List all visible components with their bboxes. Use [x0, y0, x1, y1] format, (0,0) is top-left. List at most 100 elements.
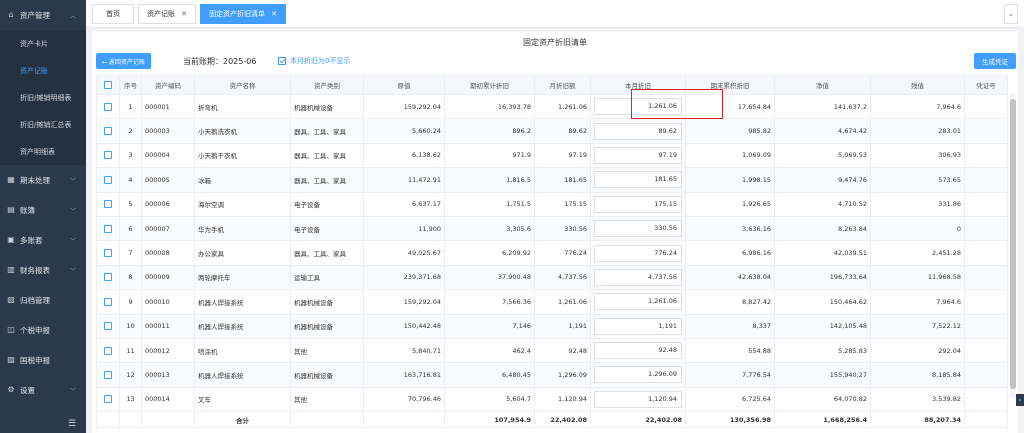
row-number: 5: [119, 191, 142, 217]
menu-collapse-icon[interactable]: ☰: [68, 419, 76, 429]
current-depreciation-input[interactable]: 776.24: [594, 244, 682, 262]
residual-value: 11,968.58: [870, 264, 965, 291]
column-header: 残值: [870, 75, 965, 95]
original-value: 11,472.91: [363, 167, 445, 193]
row-checkbox[interactable]: [104, 395, 112, 404]
current-depreciation-input[interactable]: 1,296.09: [594, 366, 682, 384]
asset-name: 冰箱: [194, 167, 291, 193]
voucher-number: [964, 93, 1008, 120]
row-checkbox[interactable]: [104, 224, 112, 233]
asset-name: 机器人焊接系统: [194, 313, 291, 339]
asset-code: 000006: [141, 191, 195, 217]
sidebar: ⌂ 资产管理 ︿ 资产卡片 资产记账 折旧/摊销明细表 折旧/摊销汇总表 资产明…: [0, 0, 86, 433]
sidebar-group-books[interactable]: ▤ 账簿 ﹀: [0, 195, 86, 225]
asset-category: 器具、工具、家具: [290, 142, 364, 169]
row-checkbox[interactable]: [104, 273, 112, 282]
closing-accumulated: 985.82: [685, 118, 775, 144]
sidebar-group-multi-account[interactable]: ▣ 多账套 ﹀: [0, 225, 86, 255]
current-depreciation-input[interactable]: 1,191: [594, 317, 682, 335]
current-depreciation-input[interactable]: 175.15: [594, 195, 682, 213]
opening-accumulated: 6,209.92: [444, 240, 535, 266]
voucher-number: [964, 362, 1008, 388]
row-checkbox[interactable]: [104, 102, 112, 111]
residual-value: 2,451.28: [870, 240, 965, 266]
tab-home[interactable]: 首页: [92, 4, 134, 24]
table-header-row: 序号 资产编码 资产名称 资产类别 原值 期初累计折旧 月折旧额 本月折旧 期末…: [96, 75, 1008, 95]
close-icon[interactable]: ✕: [271, 10, 277, 18]
row-checkbox[interactable]: [104, 200, 112, 209]
asset-code: 000012: [141, 337, 195, 364]
sidebar-group-asset[interactable]: ⌂ 资产管理 ︿: [0, 0, 86, 30]
closing-accumulated: 7,776.54: [685, 362, 775, 388]
generate-voucher-button[interactable]: 生成凭证: [974, 53, 1016, 69]
row-checkbox[interactable]: [104, 175, 112, 184]
asset-category: 其他: [290, 386, 364, 413]
net-value: 4,674.42: [774, 118, 871, 144]
asset-code: 000004: [141, 142, 195, 169]
sidebar-item-depreciation-detail[interactable]: 折旧/摊销明细表: [0, 84, 86, 111]
opening-accumulated: 971.9: [444, 142, 535, 169]
chevron-down-icon: ⌄: [1008, 10, 1014, 18]
closing-accumulated: 1,926.65: [685, 191, 775, 217]
voucher-number: [964, 337, 1008, 364]
current-depreciation-input[interactable]: 181.65: [594, 171, 682, 189]
current-depreciation-input[interactable]: 1,261.06: [594, 98, 682, 116]
select-all-cell[interactable]: [96, 75, 120, 95]
current-depreciation-input[interactable]: 1,261.06: [594, 293, 682, 311]
opening-accumulated: 1,751.5: [444, 191, 535, 217]
sidebar-group-personal-tax[interactable]: ◫ 个税申报: [0, 315, 86, 345]
opening-accumulated: 462.4: [444, 337, 535, 364]
row-checkbox[interactable]: [104, 249, 112, 258]
sidebar-group-label: 归档管理: [20, 295, 50, 305]
current-depreciation-input[interactable]: 330.56: [594, 220, 682, 238]
sidebar-item-asset-detail[interactable]: 资产明细表: [0, 138, 86, 165]
close-icon[interactable]: ✕: [181, 10, 187, 18]
sidebar-group-national-tax[interactable]: ▨ 国税申报: [0, 345, 86, 375]
voucher-number: [964, 191, 1008, 217]
residual-value: 331.86: [870, 191, 965, 217]
table-row: 3 000004 小天鹅干衣机 器具、工具、家具 6,138.62 971.9 97.19 9…: [96, 142, 1008, 169]
sidebar-item-depreciation-summary[interactable]: 折旧/摊销汇总表: [0, 111, 86, 138]
sidebar-group-archive[interactable]: ▧ 归档管理: [0, 285, 86, 315]
sidebar-group-period-end[interactable]: ▦ 期末处理 ﹀: [0, 165, 86, 195]
row-checkbox[interactable]: [104, 297, 112, 306]
row-checkbox[interactable]: [104, 322, 112, 331]
hide-zero-checkbox[interactable]: [278, 57, 286, 65]
closing-accumulated: 1,069.09: [685, 142, 775, 169]
opening-accumulated: 896.2: [444, 118, 535, 144]
declare-icon: ▨: [7, 355, 15, 364]
current-depreciation-input[interactable]: 89.62: [594, 122, 682, 140]
select-all-checkbox[interactable]: [104, 81, 112, 89]
row-checkbox[interactable]: [104, 370, 112, 379]
table-row: 12 000013 机器人焊接系统 机器机械设备 163,716.81 6,480.45 1…: [96, 362, 1008, 388]
tab-dropdown-button[interactable]: ⌄: [1004, 4, 1018, 24]
chevron-left-icon[interactable]: ‹: [1016, 394, 1024, 406]
table-row: 13 000014 叉车 其他 70,796.46 5,604.7 1,120.94 1,12…: [96, 386, 1008, 413]
sidebar-item-asset-booking[interactable]: 资产记账: [0, 57, 86, 84]
row-checkbox[interactable]: [104, 151, 112, 160]
closing-accumulated: 17,654.84: [685, 93, 775, 120]
table-row: 2 000003 小天鹅洗衣机 器具、工具、家具 5,660.24 896.2 89.62 8…: [96, 118, 1008, 144]
net-value: 5,069.53: [774, 142, 871, 169]
original-value: 6,138.62: [363, 142, 445, 169]
hide-zero-toggle[interactable]: 本月折旧为0不显示: [278, 56, 350, 66]
tab-asset-booking[interactable]: 资产记账 ✕: [138, 4, 196, 24]
current-depreciation-input[interactable]: 1,120.94: [594, 390, 682, 408]
closing-accumulated: 8,827.42: [685, 289, 775, 315]
scrollbar-thumb[interactable]: [1010, 99, 1016, 389]
sidebar-group-settings[interactable]: ⚙ 设置 ﹀: [0, 375, 86, 405]
current-depreciation-input[interactable]: 92.48: [594, 342, 682, 360]
tab-depreciation-list[interactable]: 固定资产折旧清单 ✕: [200, 4, 286, 24]
back-to-booking-button[interactable]: ← 返回资产记账: [96, 53, 151, 69]
page-title: 固定资产折旧清单: [523, 38, 587, 47]
row-checkbox[interactable]: [104, 346, 112, 355]
current-depreciation-input[interactable]: 97.19: [594, 146, 682, 164]
current-depreciation-input[interactable]: 4,737.56: [594, 268, 682, 286]
hide-zero-label: 本月折旧为0不显示: [290, 57, 351, 65]
voucher-number: [964, 386, 1008, 413]
sidebar-group-reports[interactable]: ▥ 财务报表 ﹀: [0, 255, 86, 285]
monthly-depreciation: 1,120.94: [534, 386, 591, 413]
row-checkbox[interactable]: [104, 127, 112, 136]
net-value: 4,710.52: [774, 191, 871, 217]
sidebar-item-asset-card[interactable]: 资产卡片: [0, 30, 86, 57]
